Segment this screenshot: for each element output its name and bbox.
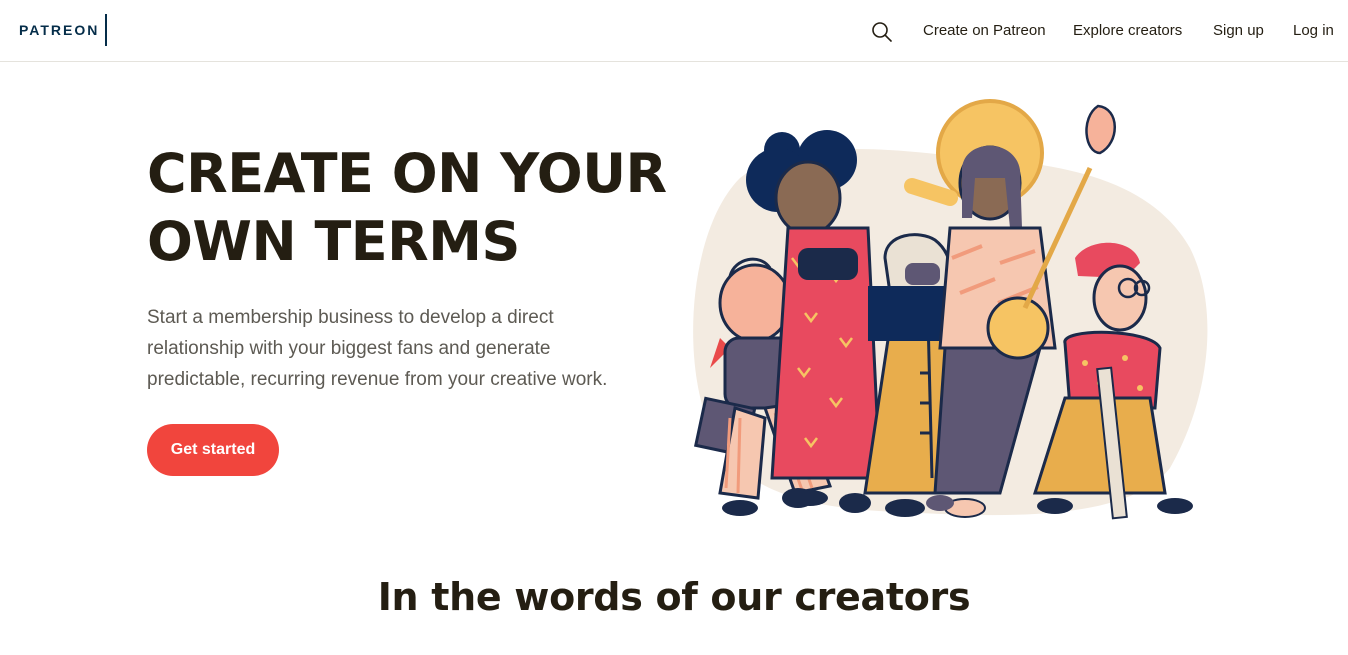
section-title: In the words of our creators — [377, 575, 971, 619]
hero-title-line-2: OWN TERMS — [147, 210, 520, 273]
nav-log-in[interactable]: Log in — [1293, 22, 1334, 39]
hero-title: CREATE ON YOUR OWN TERMS — [147, 140, 667, 276]
hero-subtitle-line-1: Start a membership business to develop a… — [147, 307, 554, 328]
hero-title-line-1: CREATE ON YOUR — [147, 142, 667, 205]
patreon-logo[interactable]: PATREON — [19, 22, 99, 38]
nav-create-on-patreon[interactable]: Create on Patreon — [923, 22, 1046, 39]
top-nav: PATREON Create on Patreon Explore creato… — [0, 0, 1348, 62]
nav-sign-up[interactable]: Sign up — [1213, 22, 1264, 39]
get-started-button[interactable]: Get started — [147, 424, 279, 476]
hero-subtitle-line-2: relationship with your biggest fans and … — [147, 338, 551, 359]
hero-subtitle-line-3: predictable, recurring revenue from your… — [147, 369, 608, 390]
search-icon[interactable] — [870, 20, 894, 44]
hero-subtitle: Start a membership business to develop a… — [147, 302, 657, 395]
logo-divider — [105, 14, 107, 46]
creators-illustration — [693, 99, 1208, 520]
nav-explore-creators[interactable]: Explore creators — [1073, 22, 1182, 39]
